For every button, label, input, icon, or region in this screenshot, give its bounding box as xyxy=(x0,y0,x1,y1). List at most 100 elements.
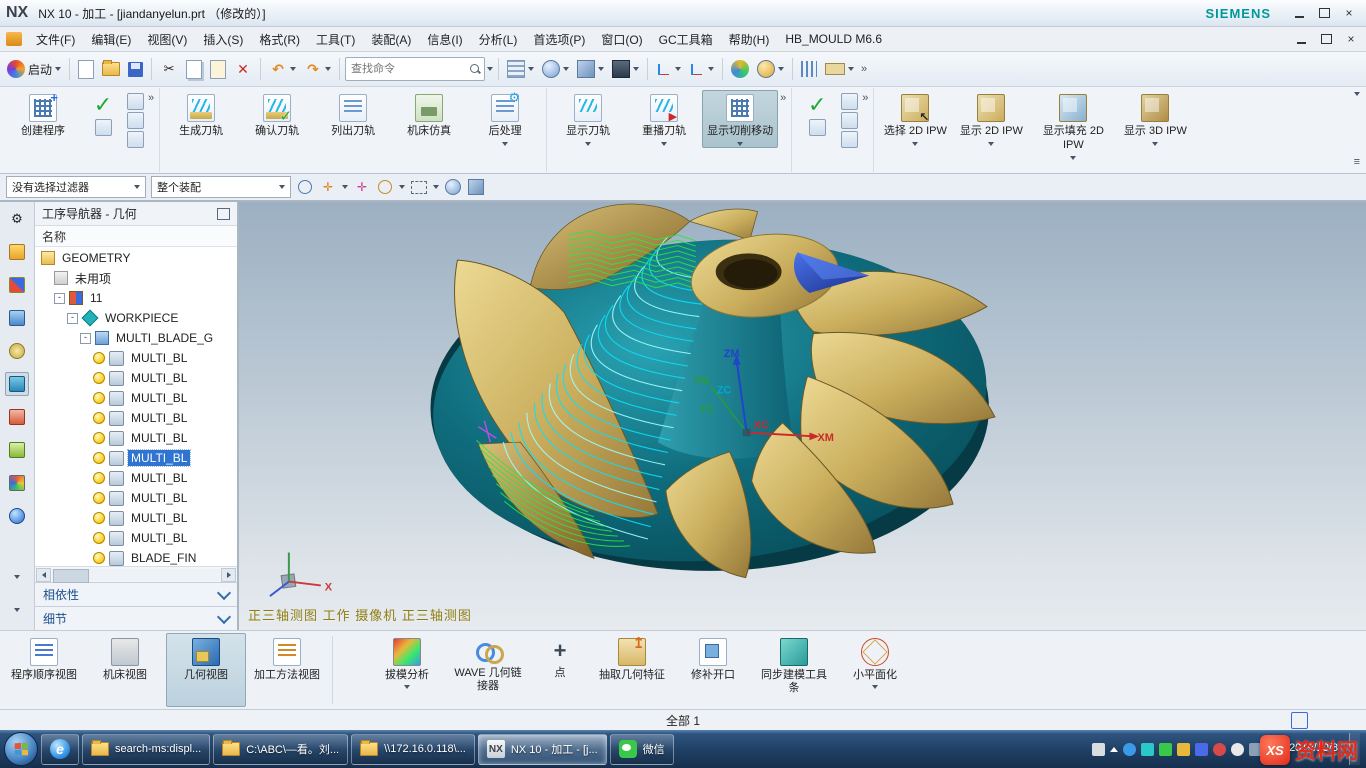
menu-edit[interactable]: 编辑(E) xyxy=(83,28,139,51)
tray-icon-teal[interactable] xyxy=(1141,743,1154,756)
hidden-icons-arrow[interactable] xyxy=(1110,747,1118,752)
visibility-lightbulb-icon[interactable] xyxy=(93,372,105,384)
taskbar-window-abc[interactable]: C:\ABC\—看。刘... xyxy=(213,734,348,765)
tree-item-operation[interactable]: MULTI_BL xyxy=(35,388,237,408)
visibility-lightbulb-icon[interactable] xyxy=(93,472,105,484)
new-file-button[interactable] xyxy=(75,57,97,81)
point-on-curve-button[interactable]: ✛ xyxy=(353,178,371,196)
dependencies-panel-header[interactable]: 相依性 xyxy=(35,582,237,606)
navigator-column-header[interactable]: 名称 xyxy=(35,226,237,247)
search-icon[interactable] xyxy=(470,64,481,75)
taskbar-window-wechat[interactable]: 微信 xyxy=(610,734,674,765)
scroll-track[interactable] xyxy=(52,569,220,581)
tree-item-unused[interactable]: 未用项 xyxy=(35,268,237,288)
process-assistant-button[interactable] xyxy=(5,438,29,462)
scroll-thumb[interactable] xyxy=(53,569,89,583)
menu-assembly[interactable]: 装配(A) xyxy=(363,28,419,51)
menu-information[interactable]: 信息(I) xyxy=(419,28,470,51)
visibility-lightbulb-icon[interactable] xyxy=(93,432,105,444)
tree-item-operation[interactable]: MULTI_BL xyxy=(35,508,237,528)
roles-gear-button[interactable]: ⚙ xyxy=(5,207,29,231)
tree-item-program[interactable]: -11 xyxy=(35,288,237,308)
cut-button[interactable]: ✂ xyxy=(157,57,181,81)
chevron-down-icon[interactable] xyxy=(342,185,348,189)
view-orient-button[interactable] xyxy=(574,57,607,81)
visibility-lightbulb-icon[interactable] xyxy=(93,512,105,524)
graphics-viewport[interactable]: ZM YM ZC YC XC XM X 正三轴测图 工作 摄像机 正三轴测图 xyxy=(239,202,1366,630)
machining-feature-navigator-button[interactable] xyxy=(5,405,29,429)
part-navigator-button[interactable] xyxy=(5,306,29,330)
menu-hb-mould[interactable]: HB_MOULD M6.6 xyxy=(777,29,890,49)
paste-button[interactable] xyxy=(207,57,229,81)
wireframe-view-button[interactable] xyxy=(467,178,485,196)
replay-toolpath-button[interactable]: ▶ 重播刀轨 xyxy=(626,90,702,148)
extract-geometry-button[interactable]: 抽取几何特征 xyxy=(592,633,672,707)
visibility-lightbulb-icon[interactable] xyxy=(93,532,105,544)
redo-button[interactable]: ↷ xyxy=(301,57,334,81)
facet-button[interactable]: 小平面化 xyxy=(835,633,915,707)
resourcebar-chevron-2[interactable] xyxy=(5,598,29,622)
tree-item-operation[interactable]: MULTI_BL xyxy=(35,368,237,388)
tree-item-operation[interactable]: MULTI_BL xyxy=(35,428,237,448)
highlight-related-button[interactable] xyxy=(296,178,314,196)
tray-icon-indigo[interactable] xyxy=(1195,743,1208,756)
verify-button[interactable]: ✓ xyxy=(81,90,125,138)
machine-simulation-button[interactable]: 机床仿真 xyxy=(391,90,467,141)
menu-insert[interactable]: 插入(S) xyxy=(195,28,251,51)
close-button[interactable]: × xyxy=(1338,4,1360,22)
menu-format[interactable]: 格式(R) xyxy=(251,28,308,51)
search-history-caret[interactable] xyxy=(487,67,493,71)
tree-item-geometry[interactable]: GEOMETRY xyxy=(35,248,237,268)
mini-icon-1[interactable] xyxy=(841,93,858,110)
constraint-navigator-button[interactable] xyxy=(5,273,29,297)
doc-restore-button[interactable] xyxy=(1315,30,1337,48)
show-cutting-motion-button[interactable]: 显示切削移动 xyxy=(702,90,778,148)
menu-file[interactable]: 文件(F) xyxy=(28,28,83,51)
tree-item-operation[interactable]: MULTI_BL xyxy=(35,528,237,548)
tray-icon-blue[interactable] xyxy=(1123,743,1136,756)
menu-view[interactable]: 视图(V) xyxy=(139,28,195,51)
details-panel-header[interactable]: 细节 xyxy=(35,606,237,630)
snap-point-button[interactable]: ✛ xyxy=(319,178,337,196)
menu-tools[interactable]: 工具(T) xyxy=(308,28,363,51)
chevron-down-icon[interactable] xyxy=(433,185,439,189)
operation-navigator-button[interactable] xyxy=(5,372,29,396)
group-overflow[interactable]: » xyxy=(860,90,870,106)
status-notification-icon[interactable] xyxy=(1291,712,1308,729)
show-3d-ipw-button[interactable]: 显示 3D IPW xyxy=(1117,90,1193,148)
resourcebar-chevron-1[interactable] xyxy=(5,565,29,589)
list-toolpath-button[interactable]: 列出刀轨 xyxy=(315,90,391,141)
spin-button[interactable] xyxy=(754,57,787,81)
tree-item-blade-finish[interactable]: BLADE_FIN xyxy=(35,548,237,566)
command-search-input[interactable] xyxy=(349,62,467,76)
collapse-icon[interactable]: - xyxy=(67,313,78,324)
mini-icon-2[interactable] xyxy=(841,112,858,129)
chevron-down-icon[interactable] xyxy=(399,185,405,189)
copy-button[interactable] xyxy=(183,57,205,81)
scroll-left-button[interactable] xyxy=(36,568,51,582)
tray-icon-white[interactable] xyxy=(1231,743,1244,756)
scroll-right-button[interactable] xyxy=(221,568,236,582)
draft-analysis-button[interactable]: 拔模分析 xyxy=(367,633,447,707)
start-menu-button[interactable]: 启动 xyxy=(4,57,64,81)
assembly-navigator-button[interactable] xyxy=(5,240,29,264)
impeller-3d-model[interactable]: ZM YM ZC YC XC XM X xyxy=(239,202,1366,630)
render-style-button[interactable] xyxy=(539,57,572,81)
generate-toolpath-button[interactable]: 生成刀轨 xyxy=(163,90,239,141)
delete-button[interactable]: ✕ xyxy=(231,57,255,81)
menu-preferences[interactable]: 首选项(P) xyxy=(525,28,593,51)
group-overflow[interactable]: » xyxy=(146,90,156,106)
point-button[interactable]: +点 xyxy=(529,633,591,707)
wave-geometry-linker-button[interactable]: WAVE 几何链接器 xyxy=(448,633,528,707)
doc-minimize-button[interactable] xyxy=(1290,30,1312,48)
machining-method-view-button[interactable]: 加工方法视图 xyxy=(247,633,327,707)
visibility-lightbulb-icon[interactable] xyxy=(93,552,105,564)
window-layout-button[interactable] xyxy=(504,57,537,81)
palette-button[interactable] xyxy=(5,471,29,495)
visibility-lightbulb-icon[interactable] xyxy=(93,492,105,504)
tree-item-operation[interactable]: MULTI_BL xyxy=(35,348,237,368)
show-filled-2d-ipw-button[interactable]: 显示填充 2D IPW xyxy=(1029,90,1117,162)
background-button[interactable] xyxy=(609,57,642,81)
tray-icon-yellow[interactable] xyxy=(1177,743,1190,756)
minimize-button[interactable] xyxy=(1288,4,1310,22)
